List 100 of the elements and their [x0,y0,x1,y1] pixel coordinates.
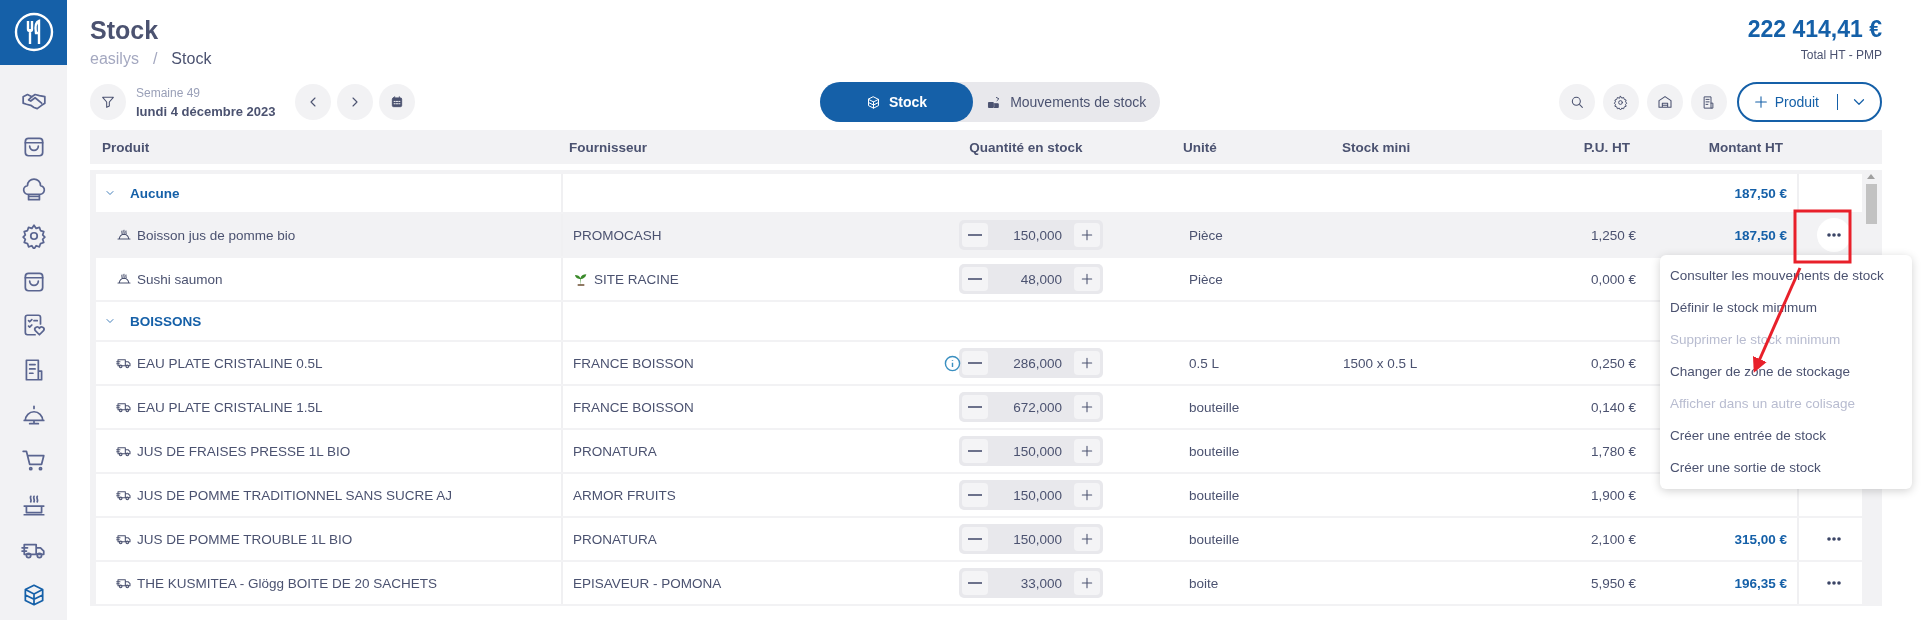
quantity-stepper[interactable]: 286,000 [959,348,1103,378]
minus-icon [968,234,982,236]
quantity-stepper[interactable]: 672,000 [959,392,1103,422]
increase-button[interactable] [1074,395,1100,419]
unit-cell: 0.5 L [1189,355,1220,371]
column-header[interactable]: Produit [90,139,557,155]
plus-icon [1079,355,1095,371]
filter-button[interactable] [90,84,126,120]
week-label: Semaine 49 [136,85,202,100]
quantity-stepper[interactable]: 33,000 [959,568,1103,598]
quantity-field[interactable]: 672,000 [988,399,1074,415]
increase-button[interactable] [1074,527,1100,551]
view-tab[interactable]: Mouvements de stock [973,82,1161,122]
unit-price-cell: 5,950 € [1590,575,1636,591]
view-tab[interactable]: Stock [820,82,974,122]
unit-price-cell: 1,780 € [1590,443,1636,459]
plus-icon [1079,227,1095,243]
info-icon[interactable] [944,354,961,372]
quantity-stepper[interactable]: 48,000 [959,264,1103,294]
plus-icon [1079,443,1095,459]
column-header[interactable]: Montant HT [1640,139,1793,155]
product-name: Sushi saumon [137,271,223,287]
column-header[interactable]: Fournisseur [557,139,900,155]
plate-icon [116,271,132,287]
settings-icon [1613,94,1629,110]
quantity-stepper[interactable]: 150,000 [959,220,1103,250]
cooking-pot-icon [20,492,47,519]
quantity-field[interactable]: 150,000 [988,487,1074,503]
decrease-button[interactable] [962,527,988,551]
app-logo[interactable] [0,0,67,65]
quantity-field[interactable]: 286,000 [988,355,1074,371]
supplier-name: FRANCE BOISSON [573,399,694,415]
product-name: JUS DE FRAISES PRESSE 1L BIO [137,443,351,459]
search-button[interactable] [1558,84,1595,120]
stock-total: 222 414,41 € [1747,16,1882,43]
increase-button[interactable] [1074,223,1100,247]
quantity-field[interactable]: 33,000 [988,575,1074,591]
calendar-button[interactable] [379,84,416,120]
supplier-name: SITE RACINE [594,271,679,287]
quantity-stepper[interactable]: 150,000 [959,524,1103,554]
increase-button[interactable] [1074,351,1100,375]
supplier-name: PROMOCASH [573,227,662,243]
product-name: JUS DE POMME TROUBLE 1L BIO [137,531,353,547]
quantity-field[interactable]: 150,000 [988,443,1074,459]
unit-price-cell: 0,140 € [1590,399,1636,415]
total-label: Total HT - PMP [1799,48,1882,62]
increase-button[interactable] [1074,439,1100,463]
amount-cell: 196,35 € [1734,575,1787,591]
increase-button[interactable] [1074,571,1100,595]
add-product-button[interactable]: Produit [1736,82,1882,122]
settings-button[interactable] [1602,84,1639,120]
supplier-name: PRONATURA [573,443,657,459]
quantity-field[interactable]: 48,000 [988,271,1074,287]
increase-button[interactable] [1074,483,1100,507]
plus-icon [1079,575,1095,591]
group-total: 187,50 € [1734,185,1787,201]
unit-cell: Pièce [1189,271,1223,287]
decrease-button[interactable] [962,351,988,375]
minus-icon [968,582,982,584]
storage-button[interactable] [1646,84,1683,120]
supplier-name: PRONATURA [573,531,657,547]
unit-cell: boite [1189,575,1219,591]
document-icon [1701,94,1717,110]
product-name: Boisson jus de pomme bio [137,227,296,243]
box-icon [866,94,881,110]
plus-icon [1079,531,1095,547]
increase-button[interactable] [1074,267,1100,291]
minus-icon [968,406,982,408]
breadcrumb-link[interactable]: Stock [171,50,212,68]
decrease-button[interactable] [962,439,988,463]
decrease-button[interactable] [962,483,988,507]
menu-item[interactable]: Créer une sortie de stock [1660,452,1912,484]
more-button[interactable] [1816,218,1851,252]
minus-icon [968,538,982,540]
plus-icon [1079,271,1095,287]
decrease-button[interactable] [962,223,988,247]
column-header[interactable]: Quantité en stock [900,139,1170,155]
decrease-button[interactable] [962,571,988,595]
column-header[interactable]: P.U. HT [1500,139,1640,155]
group-name[interactable]: BOISSONS [130,313,202,329]
minus-icon [968,450,982,452]
supplier-name: ARMOR FRUITS [573,487,676,503]
breadcrumb-separator: / [152,50,158,68]
menu-item[interactable]: Créer une entrée de stock [1660,420,1912,452]
quantity-stepper[interactable]: 150,000 [959,436,1103,466]
plus-icon [1752,94,1769,110]
decrease-button[interactable] [962,395,988,419]
report-button[interactable] [1690,84,1727,120]
group-name[interactable]: Aucune [130,185,180,201]
menu-item[interactable]: Changer de zone de stockage [1660,356,1912,388]
supplier-name: EPISAVEUR - POMONA [573,575,722,591]
quantity-stepper[interactable]: 150,000 [959,480,1103,510]
unit-cell: bouteille [1189,531,1240,547]
quantity-field[interactable]: 150,000 [988,531,1074,547]
column-header[interactable]: Unité [1170,139,1330,155]
decrease-button[interactable] [962,267,988,291]
warehouse-icon [1656,94,1673,110]
quantity-field[interactable]: 150,000 [988,227,1074,243]
product-name: EAU PLATE CRISTALINE 0.5L [137,355,323,371]
column-header[interactable]: Stock mini [1330,139,1500,155]
